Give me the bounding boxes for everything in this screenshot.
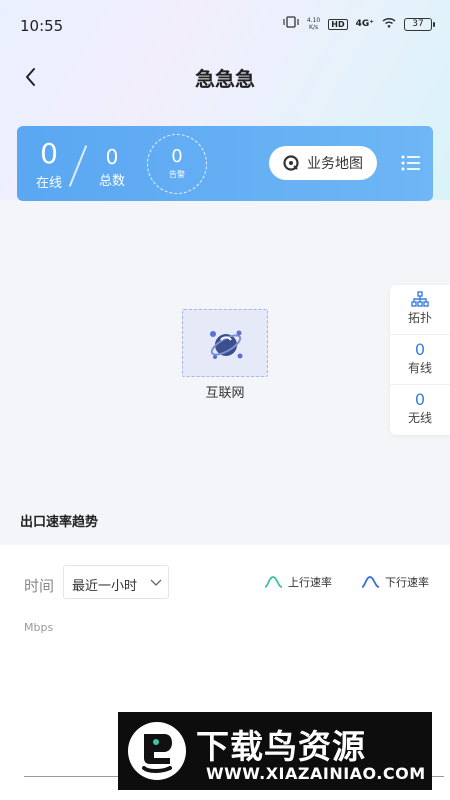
wireless-count: 0 [414, 390, 426, 409]
alarm-stat[interactable]: 0 告警 [147, 134, 207, 194]
net-speed-value: 4.10 [306, 17, 321, 24]
net-speed-unit: K/s [309, 24, 319, 31]
topology-canvas[interactable]: 互联网 [0, 205, 450, 495]
page-title: 急急急 [195, 67, 255, 91]
status-icons: 4.10 K/s HD 4G⁺ 37 [283, 16, 435, 32]
time-range-select[interactable]: 最近一小时 [63, 565, 169, 599]
net-speed: 4.10 K/s [307, 17, 320, 31]
download-wave-icon [361, 576, 380, 588]
wireless-label: 无线 [407, 411, 432, 425]
vibrate-icon [283, 16, 299, 32]
side-panel: 拓扑 0 有线 0 无线 [390, 285, 450, 435]
wifi-icon [382, 16, 396, 32]
internet-node[interactable] [182, 309, 268, 377]
internet-globe-icon [210, 330, 243, 359]
alarm-label: 告警 [169, 170, 185, 179]
wired-stat[interactable]: 0 有线 [390, 335, 450, 385]
wired-label: 有线 [407, 361, 432, 375]
online-count: 0 [40, 137, 58, 170]
business-map-label: 业务地图 [307, 156, 363, 172]
map-pin-icon [283, 155, 299, 171]
time-label: 时间 [24, 577, 55, 595]
bird-logo-icon [128, 722, 186, 780]
battery-indicator: 37 [404, 17, 435, 31]
status-time: 10:55 [20, 17, 64, 35]
topology-button[interactable]: 拓扑 [390, 285, 450, 335]
topology-label: 拓扑 [407, 311, 432, 325]
stats-card: 0 在线 0 总数 0 告警 业务地图 [17, 126, 433, 201]
status-bar: 10:55 4.10 K/s HD 4G⁺ 37 [0, 0, 450, 50]
online-stat[interactable]: 0 在线 [27, 137, 71, 192]
divider [68, 145, 88, 187]
unit-label: Mbps [24, 621, 54, 634]
wired-count: 0 [414, 340, 426, 359]
signal-indicator: 4G⁺ [355, 19, 374, 29]
legend-download: 下行速率 [361, 574, 429, 590]
legend-upload-label: 上行速率 [288, 576, 332, 589]
watermark-title: 下载鸟资源 [196, 727, 366, 766]
hd-badge: HD [328, 18, 348, 30]
total-count: 0 [105, 145, 119, 169]
online-label: 在线 [35, 176, 62, 191]
total-stat[interactable]: 0 总数 [92, 146, 132, 189]
wireless-stat[interactable]: 0 无线 [390, 385, 450, 435]
watermark-url: WWW.XIAZAINIAO.COM [206, 764, 426, 783]
trend-section-title: 出口速率趋势 [20, 515, 99, 530]
topology-icon [411, 291, 429, 307]
time-range-value: 最近一小时 [72, 579, 138, 594]
nav-bar: 急急急 [0, 55, 450, 99]
alarm-count: 0 [171, 146, 183, 167]
list-icon [401, 155, 420, 171]
chevron-down-icon [150, 579, 162, 586]
legend-download-label: 下行速率 [385, 576, 429, 589]
legend-upload: 上行速率 [264, 574, 332, 590]
watermark-banner: 下载鸟资源 WWW.XIAZAINIAO.COM [118, 712, 432, 790]
total-label: 总数 [98, 174, 125, 189]
list-button[interactable] [401, 154, 421, 172]
business-map-button[interactable]: 业务地图 [269, 146, 377, 180]
internet-node-label: 互联网 [205, 386, 245, 401]
upload-wave-icon [264, 576, 283, 588]
